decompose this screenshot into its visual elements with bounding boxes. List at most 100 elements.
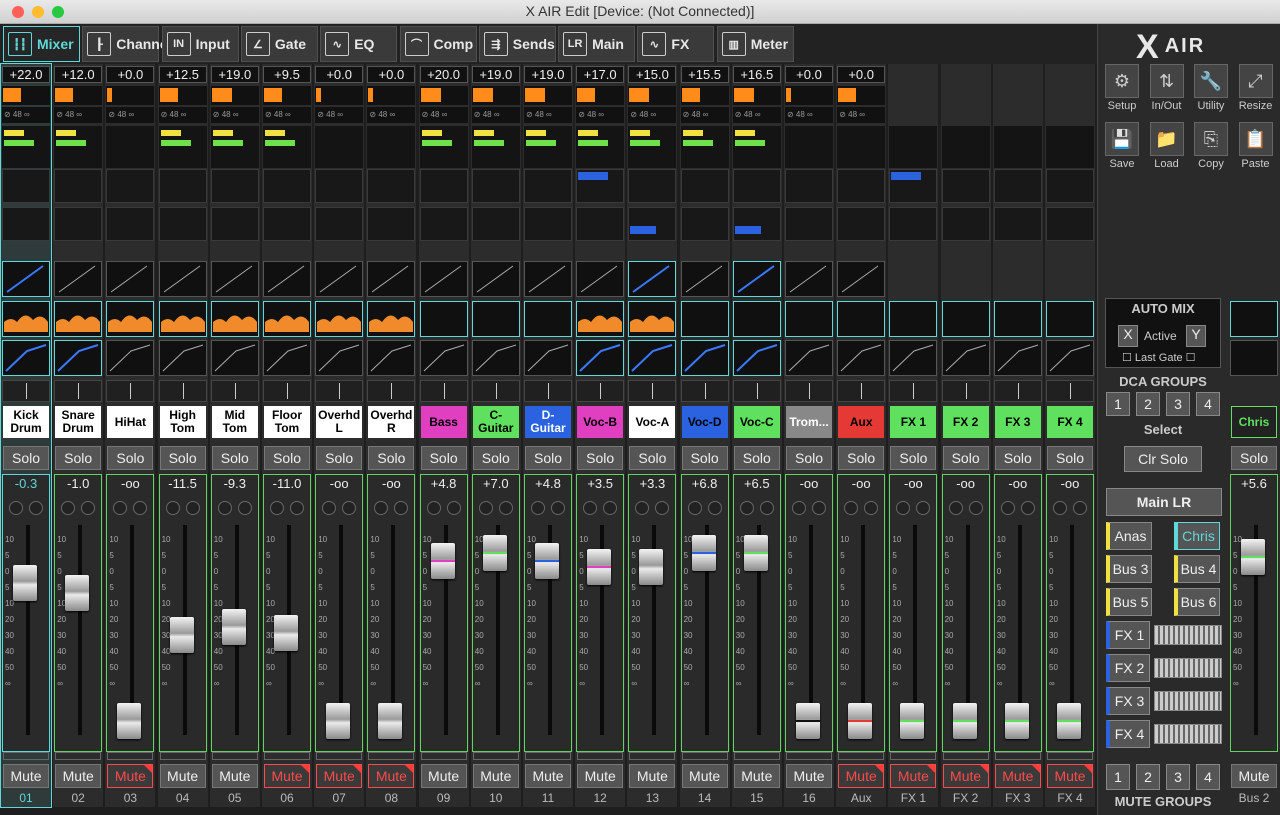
tab-gate[interactable]: ∠ Gate [240,26,318,62]
fx-send-2[interactable] [785,207,833,241]
solo-knob[interactable] [342,501,357,515]
channel-selector-boxes[interactable] [629,752,676,760]
phase-phantom-row[interactable]: ⊘ 48 ∞ [54,107,103,123]
channel-selector-boxes[interactable] [159,752,206,760]
eq-curve[interactable] [993,301,1042,337]
channel-selector-boxes[interactable] [316,752,363,760]
mute-button[interactable]: Mute [316,764,363,788]
fx-send-2[interactable] [106,207,155,241]
mute-button[interactable]: Mute [1047,764,1093,788]
solo-button[interactable]: Solo [107,446,154,470]
fader-value[interactable]: -oo [890,475,936,493]
comp-curve[interactable] [576,340,625,376]
channel-selector-boxes[interactable] [838,752,885,760]
solo-button[interactable]: Solo [3,446,49,470]
solo-button[interactable]: Solo [211,446,258,470]
solo-knob[interactable] [707,501,722,515]
fader-cap[interactable] [1004,703,1029,739]
fx-send-1[interactable] [367,169,416,203]
comp-curve[interactable] [941,340,990,376]
bus-chris-button[interactable]: Chris [1174,522,1220,550]
fader-cap[interactable] [221,609,246,645]
mute-knob[interactable] [896,501,911,515]
channel-name[interactable]: Mid Tom [211,406,258,438]
gate-curve[interactable] [315,261,364,297]
gain-bar[interactable] [732,86,781,105]
fx-send-1[interactable] [210,169,259,203]
eq-curve[interactable] [732,301,781,337]
pan-control[interactable] [680,380,729,402]
solo-button[interactable]: Solo [525,446,571,470]
channel-name[interactable]: High Tom [159,406,206,438]
eq-curve[interactable] [419,301,468,337]
solo-button[interactable]: Solo [890,446,937,470]
fader-cap[interactable] [952,703,977,739]
pan-control[interactable] [158,380,207,402]
fader-cap[interactable] [13,565,37,601]
channel-selector-boxes[interactable] [525,752,571,760]
gate-curve[interactable] [576,261,625,297]
fx-send-1[interactable] [158,169,207,203]
gain-value[interactable]: +19.0 [471,66,520,83]
phase-phantom-row[interactable]: ⊘ 48 ∞ [106,107,155,123]
comp-curve[interactable] [210,340,259,376]
phase-phantom-row[interactable]: ⊘ 48 ∞ [2,107,50,123]
fader-value[interactable]: -oo [316,475,362,493]
channel-selector-boxes[interactable] [420,752,467,760]
fx-send-1[interactable] [628,169,677,203]
gate-curve[interactable] [785,261,833,297]
solo-button[interactable]: Solo [838,446,885,470]
fx-send-1[interactable] [263,169,311,203]
gain-bar[interactable] [210,86,259,105]
fx-send-1[interactable] [315,169,364,203]
gain-value[interactable]: +19.0 [524,66,572,83]
pan-control[interactable] [367,380,416,402]
mute-group-2-button[interactable]: 2 [1136,764,1160,790]
fader-value[interactable]: +6.5 [734,475,780,493]
channel-selector-boxes[interactable] [681,752,728,760]
fx-send-2[interactable] [941,207,990,241]
gain-bar[interactable] [837,86,886,105]
eq-curve[interactable] [106,301,155,337]
bus-fader-cap[interactable] [1241,539,1265,575]
fx-4-button[interactable]: FX 4 [1106,720,1150,748]
solo-button[interactable]: Solo [472,446,519,470]
solo-knob[interactable] [1020,501,1035,515]
fx-send-2[interactable] [263,207,311,241]
pan-control[interactable] [471,380,520,402]
comp-curve[interactable] [628,340,677,376]
channel-name[interactable]: Kick Drum [3,406,49,438]
comp-curve[interactable] [263,340,311,376]
mute-knob[interactable] [217,501,232,515]
channel-selector-boxes[interactable] [733,752,780,760]
eq-curve[interactable] [471,301,520,337]
gate-curve[interactable] [419,261,468,297]
fx-send-1[interactable] [1046,169,1094,203]
mute-knob[interactable] [113,501,128,515]
fx-send-1[interactable] [419,169,468,203]
mute-button[interactable]: Mute [525,764,571,788]
gain-bar[interactable] [367,86,416,105]
tab-eq[interactable]: ∿ EQ [320,26,398,62]
mute-button[interactable]: Mute [368,764,415,788]
gate-curve[interactable] [210,261,259,297]
gain-value[interactable]: +17.0 [576,66,625,83]
fader-cap[interactable] [691,535,716,571]
pan-control[interactable] [837,380,886,402]
phase-phantom-row[interactable]: ⊘ 48 ∞ [315,107,364,123]
bus-bus-5-button[interactable]: Bus 5 [1106,588,1152,616]
gate-curve[interactable] [106,261,155,297]
comp-curve[interactable] [315,340,364,376]
gain-value[interactable]: +0.0 [315,66,364,83]
fader-cap[interactable] [535,543,559,579]
channel-selector-boxes[interactable] [942,752,989,760]
channel-name[interactable]: HiHat [107,406,154,438]
mute-knob[interactable] [948,501,963,515]
fx-send-2[interactable] [628,207,677,241]
fader-value[interactable]: -1.0 [55,475,101,493]
gain-value[interactable]: +12.0 [54,66,103,83]
mute-button[interactable]: Mute [211,764,258,788]
pan-control[interactable] [1046,380,1094,402]
fx-send-1[interactable] [889,169,938,203]
gain-bar[interactable] [628,86,677,105]
